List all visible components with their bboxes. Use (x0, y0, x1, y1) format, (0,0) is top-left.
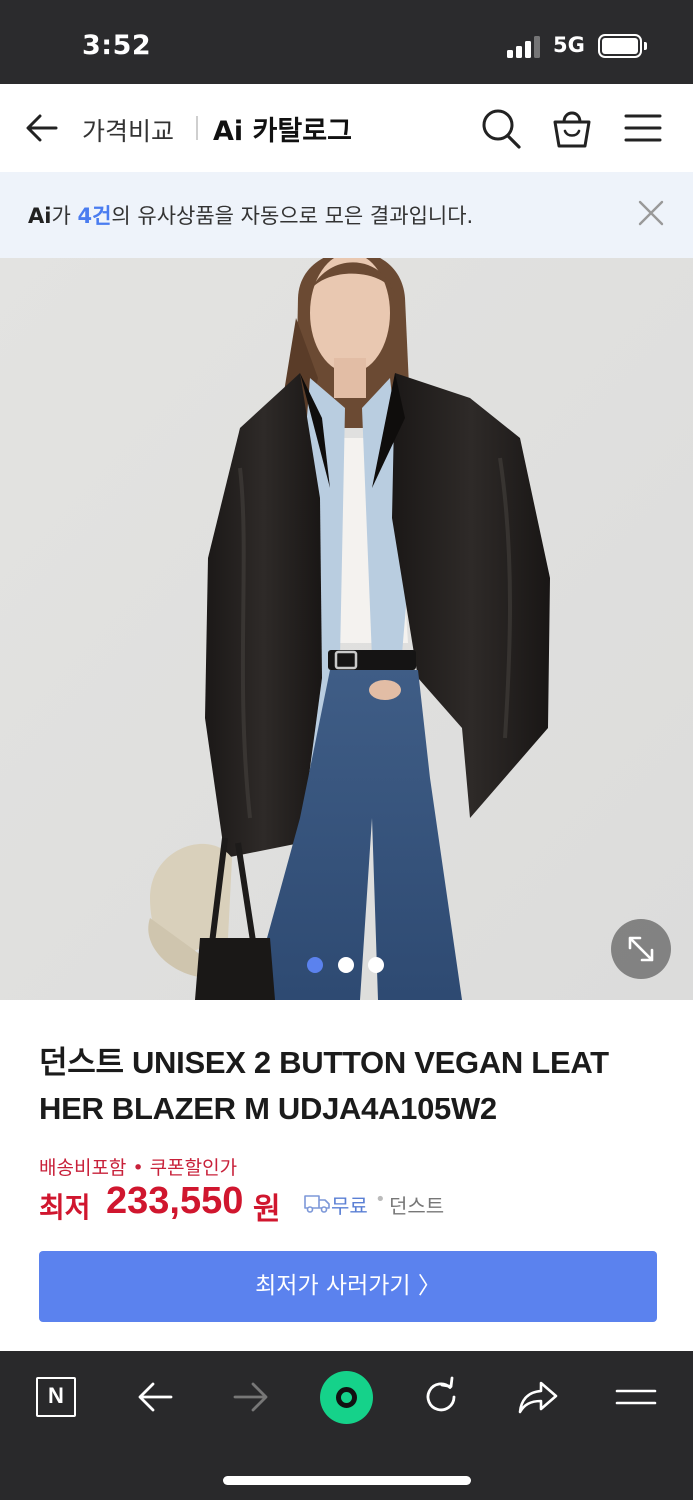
breadcrumb-divider (196, 116, 198, 140)
model-photo-illustration (0, 258, 693, 1000)
status-time: 3:52 (82, 30, 152, 61)
separator-dot: • (375, 1189, 386, 1210)
price-value: 233,550 (106, 1180, 244, 1222)
ai-result-banner: Ai가 4건의 유사상품을 자동으로 모은 결과입니다. (0, 172, 693, 258)
close-icon[interactable] (636, 198, 666, 228)
signal-strength-icon (507, 36, 543, 58)
naver-home-icon[interactable]: N (36, 1377, 76, 1417)
home-indicator[interactable] (223, 1476, 471, 1485)
forward-arrow-icon[interactable] (229, 1375, 273, 1419)
seller-name[interactable]: 던스트 (389, 1190, 444, 1219)
gallery-dot[interactable] (338, 957, 354, 973)
share-icon[interactable] (516, 1375, 560, 1419)
back-arrow-icon[interactable] (22, 108, 62, 148)
gallery-pagination (307, 957, 387, 973)
product-name-line-1: 던스트 UNISEX 2 BUTTON VEGAN LEAT (39, 1045, 609, 1080)
expand-diagonal-icon (628, 936, 654, 962)
back-arrow-icon[interactable] (133, 1375, 177, 1419)
gallery-dot[interactable] (368, 957, 384, 973)
banner-message: Ai가 4건의 유사상품을 자동으로 모은 결과입니다. (28, 200, 473, 230)
green-dot-icon[interactable] (320, 1371, 373, 1424)
gallery-dot-active[interactable] (307, 957, 323, 973)
delivery-truck-icon (303, 1192, 331, 1214)
product-name-line-2: HER BLAZER M UDJA4A105W2 (39, 1091, 497, 1126)
search-icon[interactable] (480, 106, 522, 150)
refresh-icon[interactable] (419, 1375, 463, 1419)
status-bar: 3:52 5G (0, 0, 693, 84)
shipping-free-label: 무료 (331, 1194, 368, 1218)
product-image[interactable] (0, 258, 693, 1000)
banner-count: 4건 (77, 204, 112, 228)
hamburger-menu-icon[interactable] (623, 108, 663, 148)
shopping-bag-icon[interactable] (551, 106, 593, 150)
network-label: 5G (553, 33, 585, 57)
buy-lowest-price-button[interactable]: 최저가 사러가기 〉 (39, 1251, 657, 1322)
price-note: 배송비포함 • 쿠폰할인가 (39, 1157, 238, 1179)
lowest-price-label: 최저 (39, 1191, 91, 1224)
expand-image-button[interactable] (611, 919, 671, 979)
banner-text-suffix: 의 유사상품을 자동으로 모은 결과입니다. (111, 204, 474, 228)
page-title: Ai 카탈로그 (213, 116, 352, 147)
app-header: 가격비교 Ai 카탈로그 (0, 84, 693, 172)
product-name: 던스트 UNISEX 2 BUTTON VEGAN LEAT HER BLAZE… (39, 1040, 659, 1132)
price-unit: 원 (253, 1192, 281, 1227)
banner-ai-label: Ai (28, 204, 52, 228)
menu-icon[interactable] (614, 1375, 658, 1419)
breadcrumb-price-compare[interactable]: 가격비교 (82, 112, 174, 148)
battery-icon (598, 34, 642, 58)
banner-text-prefix: 가 (51, 204, 78, 228)
